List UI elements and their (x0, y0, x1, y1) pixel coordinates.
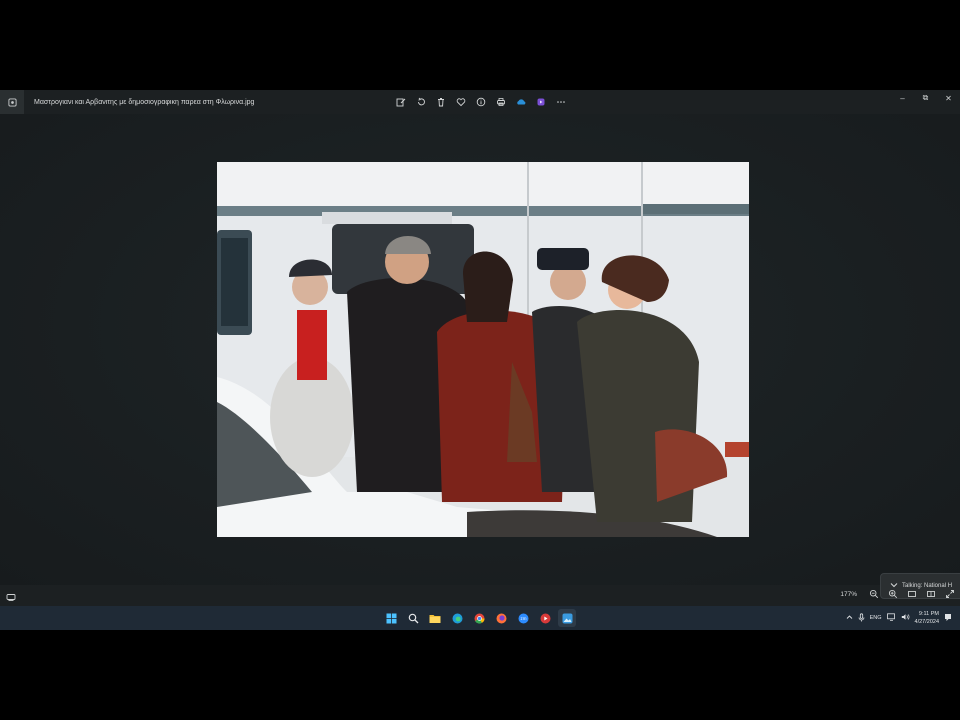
clock-date: 4/27/2024 (914, 619, 939, 625)
photos-app-window: Μαστρογιανι και Αρβανιτης με δημοσιογραφ… (0, 90, 960, 630)
svg-text:zm: zm (520, 616, 526, 621)
image-canvas[interactable]: Talking: National H (0, 114, 960, 599)
bottom-bar: 177% (0, 586, 960, 602)
zoom-level[interactable]: 177% (840, 591, 857, 598)
clipchamp-icon[interactable] (534, 95, 548, 109)
close-button[interactable]: ✕ (937, 90, 960, 106)
taskbar: zm ENG 9:11 PM 4/27/2024 (0, 606, 960, 630)
taskbar-apps: zm (382, 609, 576, 627)
photos-taskbar-icon[interactable] (558, 609, 576, 627)
zoom-out-icon[interactable] (867, 588, 880, 601)
filmstrip-icon[interactable] (6, 589, 16, 601)
language-indicator[interactable]: ENG (870, 615, 882, 621)
zoom-app-icon[interactable]: zm (514, 609, 532, 627)
photos-app-icon[interactable] (0, 90, 24, 114)
notification-icon[interactable] (944, 613, 952, 624)
favorite-icon[interactable] (454, 95, 468, 109)
edit-image-icon[interactable] (394, 95, 408, 109)
rotate-icon[interactable] (414, 95, 428, 109)
microphone-icon[interactable] (858, 612, 865, 624)
more-icon[interactable] (554, 95, 568, 109)
photo-image (217, 162, 749, 537)
clock[interactable]: 9:11 PM 4/27/2024 (915, 610, 939, 626)
media-app-icon[interactable] (536, 609, 554, 627)
maximize-button[interactable]: ⧉ (914, 90, 937, 106)
title-bar: Μαστρογιανι και Αρβανιτης με δημοσιογραφ… (0, 90, 960, 114)
fit-to-window-icon[interactable] (905, 588, 918, 601)
window-controls: – ⧉ ✕ (891, 90, 960, 106)
file-explorer-icon[interactable] (426, 609, 444, 627)
window-title: Μαστρογιανι και Αρβανιτης με δημοσιογραφ… (34, 98, 255, 106)
viewer-toolbar (394, 95, 568, 109)
minimize-button[interactable]: – (891, 90, 914, 106)
clock-time: 9:11 PM (918, 611, 939, 617)
print-icon[interactable] (494, 95, 508, 109)
chrome-icon[interactable] (470, 609, 488, 627)
actual-size-icon[interactable] (924, 588, 937, 601)
edge-icon[interactable] (448, 609, 466, 627)
zoom-controls: 177% (840, 586, 956, 602)
chevron-up-icon[interactable] (846, 614, 853, 622)
system-tray: ENG 9:11 PM 4/27/2024 (846, 608, 952, 628)
delete-icon[interactable] (434, 95, 448, 109)
firefox-icon[interactable] (492, 609, 510, 627)
volume-icon[interactable] (901, 613, 910, 623)
start-icon[interactable] (382, 609, 400, 627)
fullscreen-icon[interactable] (943, 588, 956, 601)
search-icon[interactable] (404, 609, 422, 627)
zoom-in-icon[interactable] (886, 588, 899, 601)
info-icon[interactable] (474, 95, 488, 109)
onedrive-icon[interactable] (514, 95, 528, 109)
network-icon[interactable] (886, 613, 896, 623)
